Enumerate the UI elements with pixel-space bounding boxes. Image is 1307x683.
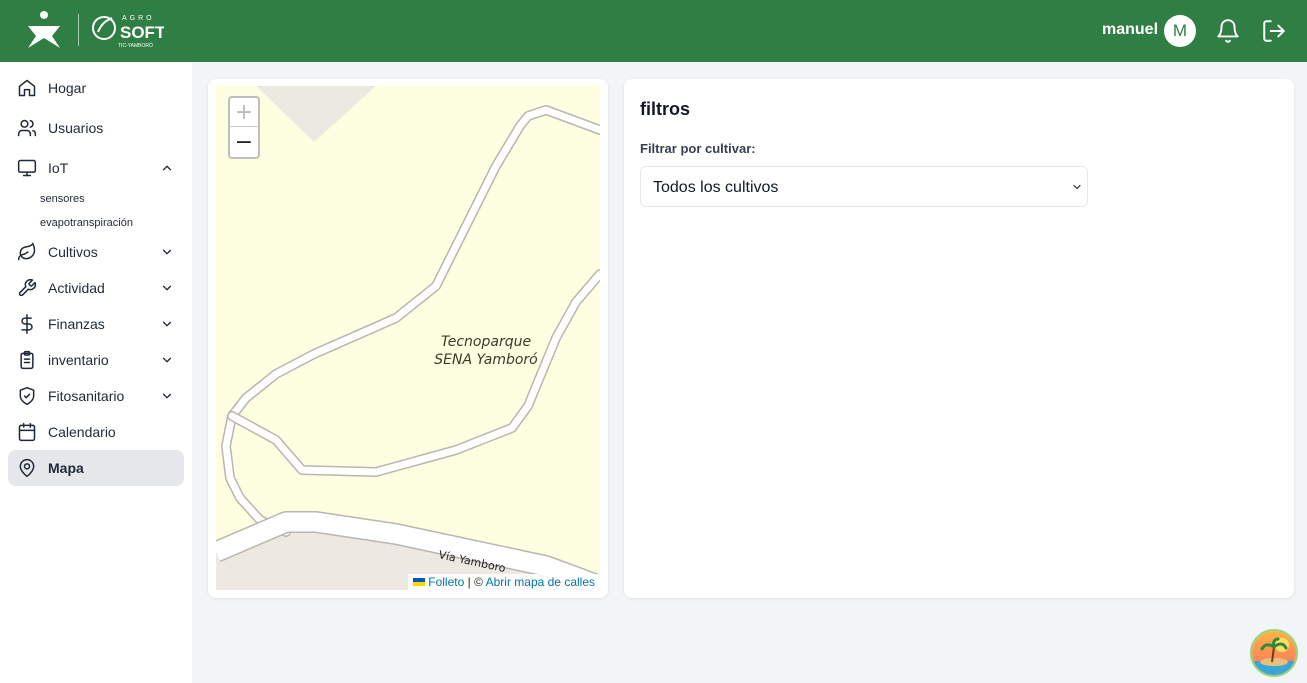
clipboard-icon [20, 350, 34, 370]
sidebar-item-mapa[interactable]: Mapa [8, 450, 184, 486]
svg-text:TIC-YAMBORÓ: TIC-YAMBORÓ [118, 42, 153, 49]
sidebar-subitem-evapotranspiracion[interactable]: evapotranspiración [40, 217, 133, 229]
map-view[interactable]: Tecnoparque SENA Yamboró Vía Yamboro + −… [216, 86, 600, 590]
sidebar-item-label: Hogar [48, 80, 87, 96]
sidebar-item-calendario[interactable]: Calendario [8, 414, 184, 450]
sidebar-item-fitosanitario[interactable]: Fitosanitario [8, 378, 184, 414]
map-place-label: Tecnoparque [441, 334, 531, 350]
wrench-icon [18, 278, 37, 297]
top-bar: SENA AGRO SOFT TIC-YAMBORÓ manuel M [0, 0, 1307, 62]
chevron-down-icon [1073, 184, 1081, 190]
zoom-out-button[interactable]: − [230, 128, 258, 157]
map-tiles: Tecnoparque SENA Yamboró Vía Yamboro [216, 86, 600, 590]
sena-logo: SENA [28, 11, 60, 48]
user-avatar[interactable]: M [1164, 15, 1196, 47]
sidebar-item-label: IoT [48, 160, 69, 176]
map-place-label: SENA Yamboró [434, 352, 538, 368]
logout-icon[interactable] [1261, 18, 1287, 44]
sidebar-item-hogar[interactable]: Hogar [8, 70, 184, 106]
filters-title: filtros [640, 99, 691, 119]
filters-card: filtros Filtrar por cultivar: Todos los … [624, 79, 1294, 598]
map-card: Tecnoparque SENA Yamboró Vía Yamboro + −… [208, 79, 608, 598]
svg-text:SOFT: SOFT [120, 23, 164, 42]
sidebar-item-cultivos[interactable]: Cultivos [8, 234, 184, 270]
agrosoft-logo: AGRO SOFT TIC-YAMBORÓ [92, 15, 164, 49]
sidebar-item-finanzas[interactable]: Finanzas [8, 306, 184, 342]
sidebar-item-label: Fitosanitario [48, 388, 125, 404]
assistant-badge[interactable] [1250, 629, 1298, 677]
user-name: manuel [1102, 21, 1159, 38]
users-icon [17, 119, 37, 137]
logo-divider [78, 14, 79, 46]
shield-check-icon [19, 386, 35, 406]
map-attribution: Folleto | © Abrir mapa de calles [408, 574, 600, 590]
sidebar-item-inventario[interactable]: inventario [8, 342, 184, 378]
home-icon [18, 79, 36, 97]
sidebar-item-iot[interactable]: IoT [8, 150, 184, 186]
zoom-control: + − [228, 96, 260, 159]
sidebar-subitem-sensores[interactable]: sensores [40, 193, 85, 205]
sidebar-item-label: Actividad [48, 280, 105, 296]
sidebar-item-label: Cultivos [48, 244, 98, 260]
sidebar-item-label: inventario [48, 352, 109, 368]
chevron-down-icon[interactable] [160, 389, 174, 403]
sidebar-item-label: Mapa [48, 460, 84, 476]
chevron-down-icon[interactable] [160, 281, 174, 295]
dollar-icon [21, 314, 33, 334]
attribution-separator: | © [464, 575, 486, 589]
leaf-icon [17, 242, 36, 261]
leaflet-link[interactable]: Folleto [428, 575, 464, 589]
chevron-down-icon[interactable] [160, 353, 174, 367]
bell-icon[interactable] [1215, 18, 1241, 44]
sidebar: Hogar Usuarios IoT sensores evapotranspi… [0, 62, 192, 683]
sidebar-item-usuarios[interactable]: Usuarios [8, 110, 184, 146]
zoom-in-button[interactable]: + [230, 98, 258, 127]
sidebar-item-actividad[interactable]: Actividad [8, 270, 184, 306]
map-pin-icon [19, 458, 35, 478]
svg-text:SENA: SENA [31, 17, 57, 27]
crop-filter-value: Todos los cultivos [653, 179, 779, 196]
chevron-down-icon[interactable] [160, 317, 174, 331]
calendar-icon [18, 422, 36, 442]
crop-filter-label: Filtrar por cultivar: [640, 141, 756, 156]
osm-link[interactable]: Abrir mapa de calles [486, 575, 595, 589]
svg-text:AGRO: AGRO [122, 15, 155, 22]
sidebar-item-label: Finanzas [48, 316, 105, 332]
sidebar-item-label: Usuarios [48, 120, 104, 136]
monitor-icon [17, 159, 37, 177]
crop-filter-select[interactable]: Todos los cultivos [640, 166, 1088, 207]
chevron-up-icon[interactable] [160, 161, 174, 175]
ukraine-flag-icon [413, 578, 426, 586]
chevron-down-icon[interactable] [160, 245, 174, 259]
tropical-island-icon [1252, 631, 1296, 675]
sidebar-item-label: Calendario [48, 424, 116, 440]
